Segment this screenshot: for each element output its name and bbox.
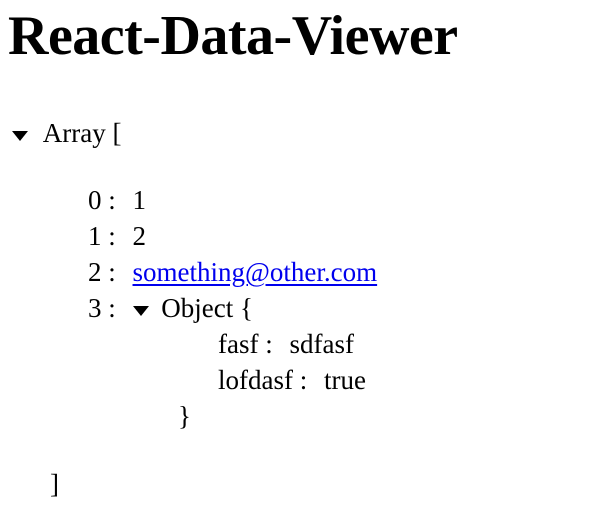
object-entry-fasf: fasf : sdfasf [218,326,354,362]
array-item-key: 3 : [88,293,116,323]
array-item-key: 0 : [88,185,116,215]
object-entry-lofdasf: lofdasf : true [218,362,366,398]
array-item-key: 1 : [88,221,116,251]
object-entry-value: true [323,365,366,395]
object-type-label: Object { [161,293,253,323]
object-entry-key: fasf : [218,329,273,359]
email-link[interactable]: something@other.com [133,257,378,287]
object-entry-value: sdfasf [289,329,354,359]
object-entry-key: lofdasf : [218,365,308,395]
array-item-key: 2 : [88,257,116,287]
array-close-bracket: ] [50,469,59,499]
object-close-brace: } [178,401,191,431]
array-item-1: 1 : 2 [88,218,146,254]
array-node-header[interactable]: Array [ [12,115,121,151]
array-item-3: 3 : Object { [88,290,253,326]
page-title: React-Data-Viewer [8,5,458,67]
array-item-2: 2 : something@other.com [88,254,377,290]
object-node-header[interactable]: Object { [132,293,253,323]
array-item-value: 2 [132,221,147,251]
array-item-value: 1 [132,185,147,215]
array-item-0: 0 : 1 [88,182,146,218]
caret-down-icon[interactable] [132,305,149,316]
caret-down-icon[interactable] [12,130,28,141]
array-type-label: Array [ [42,118,122,148]
page: React-Data-Viewer Array [ 0 : 1 1 : 2 2 … [0,0,608,514]
